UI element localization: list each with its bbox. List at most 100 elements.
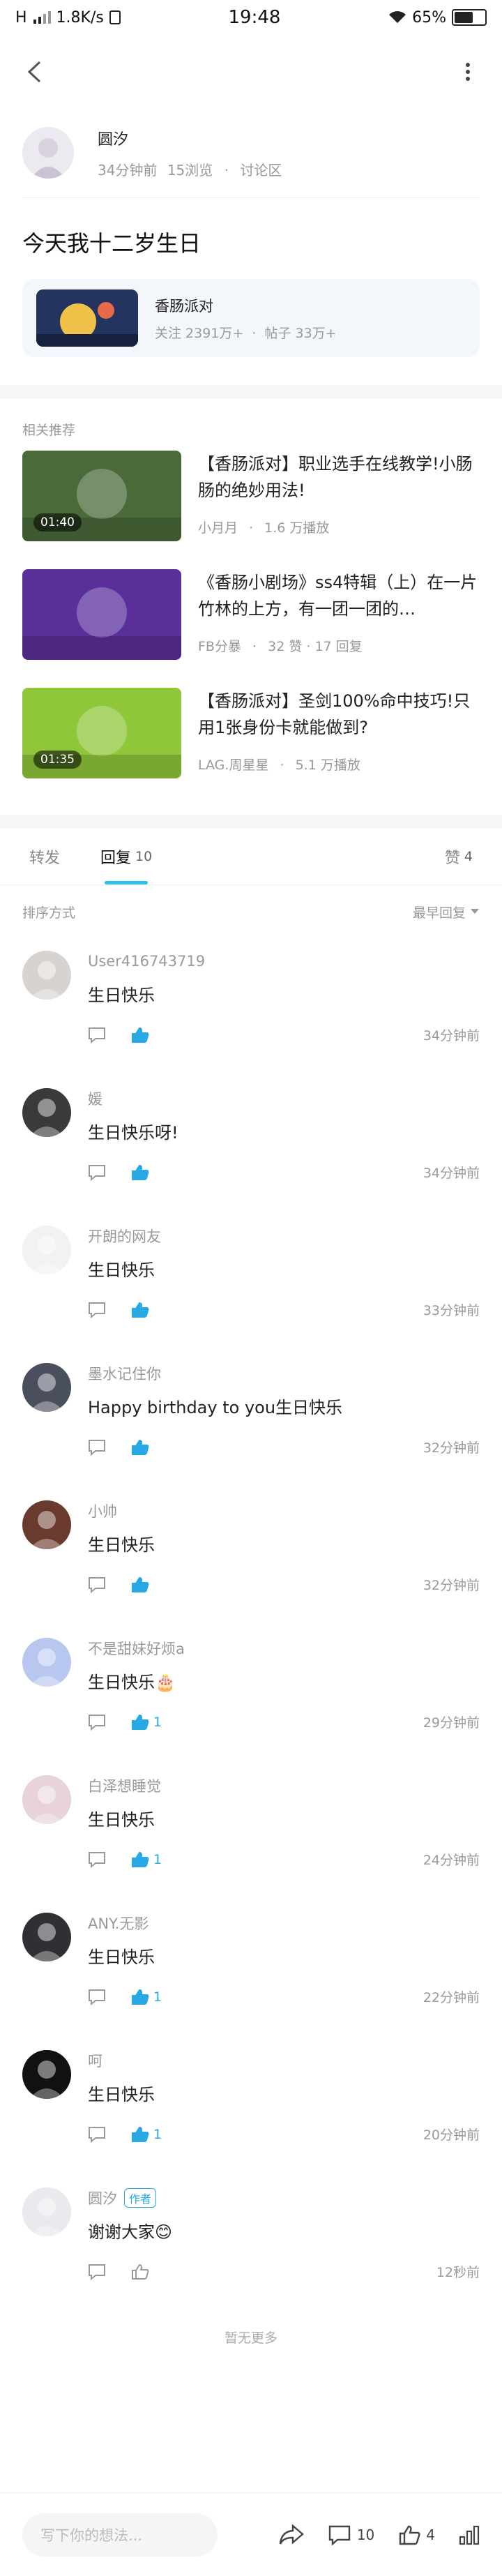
status-time: 19:48 — [228, 7, 281, 28]
comment-like-count: 1 — [153, 2126, 162, 2142]
comment-text: 生日快乐 — [88, 1535, 155, 1555]
comment-body: ANY.无影 生日快乐 1 22分钟前 — [88, 1913, 480, 2038]
commenter-name[interactable]: 媛 — [88, 1088, 102, 1109]
commenter-avatar[interactable] — [22, 951, 71, 1000]
more-icon[interactable] — [450, 54, 485, 89]
commenter-name[interactable]: 白泽想睡觉 — [88, 1775, 161, 1796]
comment-time: 22分钟前 — [423, 1990, 480, 2005]
comment-like-button[interactable] — [131, 1576, 153, 1593]
related-text: 《香肠小剧场》ss4特辑（上）在一片竹林的上方，有一团一团的… FB分暴 · 3… — [198, 569, 480, 655]
commenter-name[interactable]: ANY.无影 — [88, 1913, 149, 1934]
comment-like-button[interactable]: 1 — [131, 1851, 162, 1868]
comment-like-button[interactable]: 1 — [131, 1714, 162, 1731]
reply-button[interactable] — [88, 1576, 106, 1593]
comment-text: 生日快乐 — [88, 1948, 155, 1967]
comment-text: 生日快乐呀! — [88, 1123, 178, 1143]
video-duration: 01:40 — [33, 513, 82, 532]
comment-body: 开朗的网友 生日快乐 33分钟前 — [88, 1226, 480, 1350]
comment-text: 生日快乐 — [88, 986, 155, 1005]
post-board[interactable]: 讨论区 — [240, 162, 282, 179]
commenter-name[interactable]: 圆汐 — [88, 2187, 117, 2208]
commenter-avatar[interactable] — [22, 1775, 71, 1824]
tab-reply-count: 10 — [135, 849, 153, 864]
commenter-avatar[interactable] — [22, 1363, 71, 1412]
commenter-name-row: User416743719 — [88, 951, 480, 972]
stats-button[interactable] — [459, 2524, 480, 2545]
tab-forward-label: 转发 — [29, 850, 61, 867]
related-item[interactable]: 《香肠小剧场》ss4特辑（上）在一片竹林的上方，有一团一团的… FB分暴 · 3… — [0, 559, 502, 678]
author-name[interactable]: 圆汐 — [98, 127, 282, 149]
comment-like-button[interactable]: 1 — [131, 2126, 162, 2143]
comment-like-count: 1 — [153, 1851, 162, 1867]
reply-tabs: 转发 回复 10 赞4 — [0, 829, 502, 885]
related-text: 【香肠派对】圣剑100%命中技巧!只用1张身份卡就能做到? LAG.周星星 · … — [198, 688, 480, 774]
comment-item: 呵 生日快乐 1 20分钟前 — [0, 2038, 502, 2175]
commenter-avatar[interactable] — [22, 1088, 71, 1137]
status-bar: H 1.8K/s 19:48 65% — [0, 0, 502, 35]
reply-button[interactable] — [88, 1302, 106, 1318]
reply-input[interactable]: 写下你的想法... — [22, 2513, 218, 2556]
related-item[interactable]: 01:35 【香肠派对】圣剑100%命中技巧!只用1张身份卡就能做到? LAG.… — [0, 678, 502, 797]
reply-button[interactable] — [88, 1989, 106, 2005]
commenter-name[interactable]: 呵 — [88, 2050, 102, 2071]
author-avatar[interactable] — [22, 127, 74, 179]
no-more-text: 暂无更多 — [224, 2330, 277, 2346]
commenter-name[interactable]: 小帅 — [88, 1500, 117, 1521]
comment-time: 32分钟前 — [423, 1578, 480, 1593]
reply-button[interactable] — [88, 2264, 106, 2280]
tab-like[interactable]: 赞4 — [445, 829, 473, 884]
related-item[interactable]: 01:40 【香肠派对】职业选手在线教学!小肠肠的绝妙用法! 小月月 · 1.6… — [0, 441, 502, 559]
comment-like-button[interactable] — [131, 1439, 153, 1456]
comment-icon — [89, 1576, 105, 1593]
top-bar — [0, 35, 502, 108]
reply-button[interactable] — [88, 1714, 106, 1731]
related-meta: LAG.周星星 · 5.1 万播放 — [198, 755, 480, 774]
dot-separator: · — [252, 639, 257, 654]
comment-body: 圆汐 作者 谢谢大家😊 12秒前 — [88, 2187, 480, 2312]
commenter-name[interactable]: 开朗的网友 — [88, 1226, 161, 1246]
status-left: H 1.8K/s — [15, 9, 121, 27]
author-tag: 作者 — [124, 2188, 157, 2208]
reply-button[interactable] — [88, 1851, 106, 1868]
comment-icon — [89, 1302, 105, 1318]
reply-button[interactable] — [88, 1027, 106, 1044]
sort-bar: 排序方式 最早回复 — [0, 885, 502, 938]
commenter-avatar[interactable] — [22, 1226, 71, 1274]
commenter-name[interactable]: 墨水记住你 — [88, 1363, 161, 1384]
sort-dropdown[interactable]: 最早回复 — [413, 903, 480, 921]
commenter-avatar[interactable] — [22, 1913, 71, 1961]
battery-icon — [452, 9, 487, 26]
back-icon[interactable] — [17, 54, 52, 89]
commenter-avatar[interactable] — [22, 1638, 71, 1687]
thumbs-up-icon — [132, 1164, 149, 1180]
commenter-avatar[interactable] — [22, 1500, 71, 1549]
commenter-avatar[interactable] — [22, 2187, 71, 2236]
reply-button[interactable] — [88, 1164, 106, 1181]
sort-value: 最早回复 — [412, 905, 466, 921]
comment-icon — [89, 1714, 105, 1731]
commenter-name[interactable]: 不是甜妹好烦a — [88, 1638, 185, 1659]
comment-like-button[interactable]: 1 — [131, 1989, 162, 2005]
forum-card[interactable]: 香肠派对 关注 2391万+ · 帖子 33万+ — [22, 279, 480, 357]
thumbs-up-icon — [132, 1027, 149, 1043]
commenter-name-row: 白泽想睡觉 — [88, 1775, 480, 1796]
comment-like-button[interactable] — [131, 1164, 153, 1181]
tab-forward[interactable]: 转发 — [29, 829, 60, 884]
post-author[interactable]: 圆汐 34分钟前 15浏览 · 讨论区 — [0, 108, 502, 197]
reply-button[interactable] — [88, 1439, 106, 1456]
comment-like-button[interactable] — [131, 2264, 153, 2280]
related-thumbnail: 01:35 — [22, 688, 181, 778]
comment-button[interactable]: 10 — [328, 2524, 374, 2545]
comment-count: 10 — [356, 2526, 375, 2543]
commenter-name[interactable]: User416743719 — [88, 953, 205, 970]
comment-actions: 1 29分钟前 — [88, 1712, 480, 1731]
tab-reply[interactable]: 回复 10 — [100, 829, 152, 884]
reply-button[interactable] — [88, 2126, 106, 2143]
like-button[interactable]: 4 — [398, 2524, 435, 2545]
related-title: 《香肠小剧场》ss4特辑（上）在一片竹林的上方，有一团一团的… — [198, 573, 478, 619]
related-title: 【香肠派对】职业选手在线教学!小肠肠的绝妙用法! — [198, 454, 473, 500]
share-button[interactable] — [279, 2524, 304, 2545]
comment-like-button[interactable] — [131, 1302, 153, 1318]
commenter-avatar[interactable] — [22, 2050, 71, 2099]
comment-like-button[interactable] — [131, 1027, 153, 1044]
